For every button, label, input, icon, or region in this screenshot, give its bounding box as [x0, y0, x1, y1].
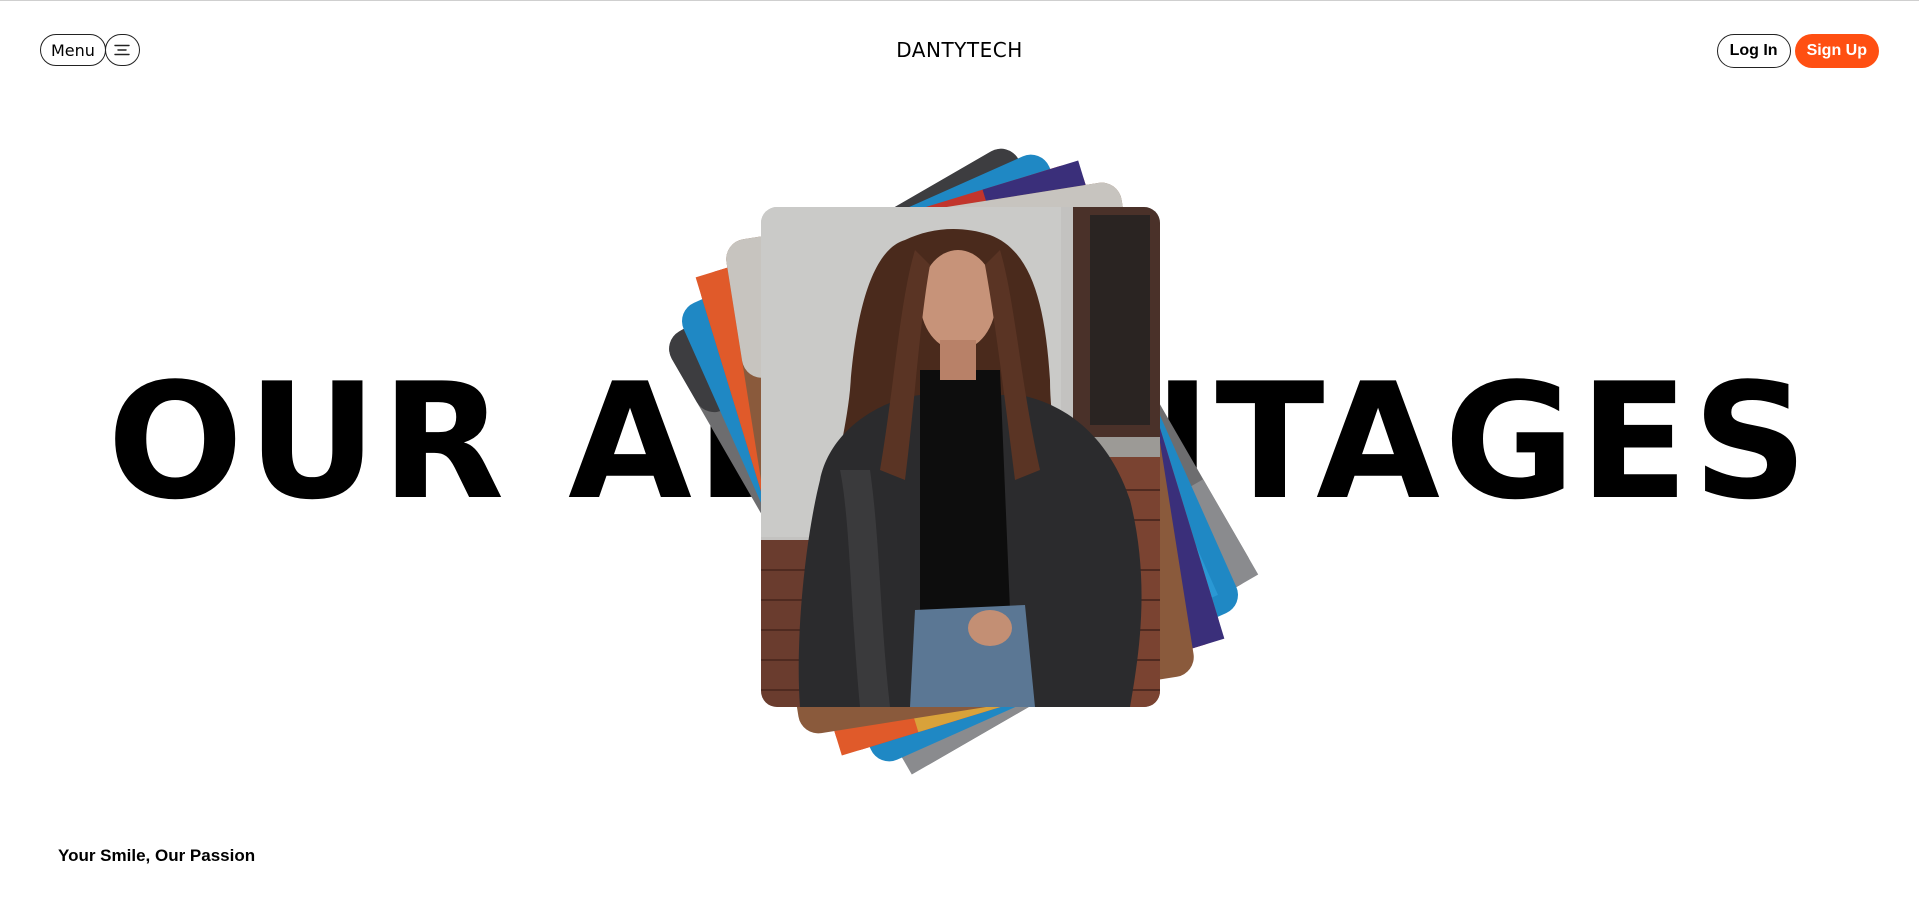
auth-group: Log In Sign Up [1716, 34, 1879, 68]
signup-button[interactable]: Sign Up [1794, 34, 1879, 68]
page: Menu DANTYTECH Log In Sign Up OUR ADVANT… [0, 0, 1919, 908]
hero-heading: OUR ADVANTAGES [107, 348, 1812, 535]
login-button[interactable]: Log In [1716, 34, 1791, 68]
tagline: Your Smile, Our Passion [58, 846, 256, 865]
top-divider [0, 0, 1919, 1]
brand-logo[interactable]: DANTYTECH [0, 38, 1919, 62]
